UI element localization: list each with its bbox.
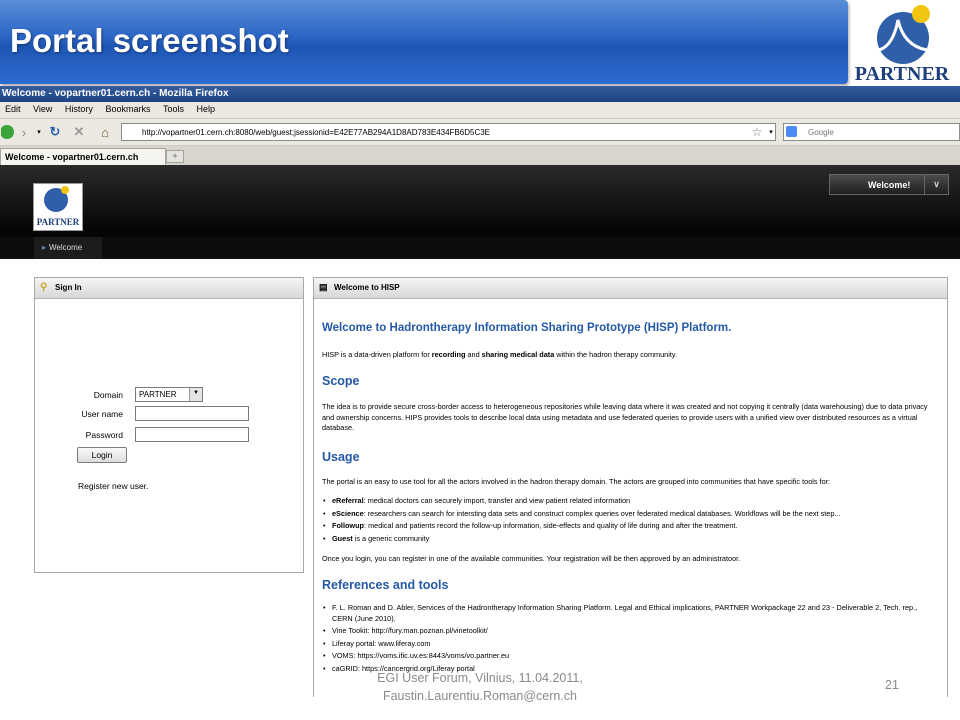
menu-bar: Edit View History Bookmarks Tools Help — [0, 102, 960, 119]
list-item: Guest is a generic community — [322, 534, 937, 545]
nav-arrow-icon: ▸ — [42, 243, 47, 252]
scope-heading: Scope — [322, 374, 360, 388]
intro-text: HISP is a data-driven platform for — [322, 350, 432, 359]
stop-icon[interactable]: ✕ — [70, 123, 88, 141]
usage-paragraph: The portal is an easy to use tool for al… — [322, 477, 831, 486]
portal-logo[interactable]: PARTNER — [33, 183, 83, 231]
domain-label: Domain — [93, 390, 123, 400]
menu-bookmarks[interactable]: Bookmarks — [100, 102, 155, 114]
list-item[interactable]: Vine Tookit: http://fury.man.poznan.pl/v… — [322, 626, 937, 637]
welcome-button-label: Welcome! — [868, 180, 911, 190]
usage-list: eReferral: medical doctors can securely … — [322, 496, 937, 546]
menu-tools[interactable]: Tools — [158, 102, 189, 114]
footer-line-2: Faustin.Laurentiu.Roman@cern.ch — [382, 689, 578, 703]
list-item: eScience: researchers can search for int… — [322, 509, 937, 520]
login-button[interactable]: Login — [77, 447, 127, 463]
title-banner: Portal screenshot — [0, 0, 848, 84]
home-icon[interactable]: ⌂ — [96, 123, 114, 141]
list-item: F. L. Roman and D. Abler, Services of th… — [322, 603, 937, 624]
url-dropdown-icon[interactable]: ▾ — [762, 123, 780, 141]
term: Followup — [332, 521, 365, 530]
nav-item-welcome[interactable]: ▸ Welcome — [34, 237, 102, 259]
intro-text-mid: and — [465, 350, 482, 359]
intro-paragraph: HISP is a data-driven platform for recor… — [322, 350, 932, 361]
footer-line-1: EGI User Forum, Vilnius, 11.04.2011, — [377, 671, 583, 685]
window-title: Welcome - vopartner01.cern.ch - Mozilla … — [0, 86, 960, 102]
chevron-down-icon[interactable]: ∨ — [924, 175, 948, 194]
portal-logo-text: PARTNER — [37, 217, 80, 227]
list-item: Followup: medical and patients record th… — [322, 521, 937, 532]
list-item[interactable]: Liferay portal: www.liferay.com — [322, 639, 937, 650]
desc: : medical doctors can securely import, t… — [363, 496, 631, 505]
intro-bold-sharing: sharing medical data — [481, 350, 555, 359]
key-icon: ⚲ — [40, 282, 48, 293]
intro-bold-recording: recording — [431, 350, 466, 359]
google-search-icon[interactable] — [786, 126, 797, 137]
signin-portlet: ⚲ Sign In — [34, 277, 304, 573]
menu-edit[interactable]: Edit — [0, 102, 26, 114]
menu-view[interactable]: View — [28, 102, 57, 114]
reload-icon[interactable]: ↻ — [46, 123, 64, 141]
new-tab-button[interactable]: + — [166, 150, 184, 163]
partner-logo-text: PARTNER — [855, 63, 950, 85]
references-heading: References and tools — [322, 578, 449, 592]
term: Guest — [332, 533, 353, 543]
list-item: eReferral: medical doctors can securely … — [322, 496, 937, 507]
password-input[interactable] — [135, 427, 249, 442]
register-link[interactable]: Register new user. — [78, 481, 148, 491]
intro-text-end: within the hadron therapy community. — [554, 350, 678, 359]
list-item[interactable]: VOMS: https://voms.ific.uv.es:8443/voms/… — [322, 651, 937, 662]
welcome-portlet-title: Welcome to HISP — [334, 283, 400, 292]
signin-portlet-header: ⚲ Sign In — [35, 278, 303, 299]
search-input[interactable]: Google — [783, 123, 960, 141]
welcome-portlet-header: ▤ Welcome to HISP — [314, 278, 947, 299]
slide-footer: EGI User Forum, Vilnius, 11.04.2011, Fau… — [340, 669, 620, 705]
welcome-heading: Welcome to Hadrontherapy Information Sha… — [322, 322, 732, 334]
user-welcome-menu[interactable]: Welcome! ∨ — [829, 174, 949, 195]
menu-help[interactable]: Help — [192, 102, 221, 114]
portal-nav-bar — [0, 237, 960, 259]
domain-select-value: PARTNER — [139, 390, 177, 399]
slide: Portal screenshot PARTNER Welcome - vopa… — [0, 0, 960, 720]
navigation-toolbar: › ▾ ↻ ✕ ⌂ http://vopartner01.cern.ch:808… — [0, 119, 960, 146]
username-label: User name — [81, 409, 123, 419]
username-input[interactable] — [135, 406, 249, 421]
dropdown-arrow-icon[interactable]: ▼ — [189, 388, 202, 401]
domain-select[interactable]: PARTNER ▼ — [135, 387, 203, 402]
slide-title: Portal screenshot — [10, 22, 289, 59]
usage-heading: Usage — [322, 450, 360, 464]
references-list: F. L. Roman and D. Abler, Services of th… — [322, 603, 937, 676]
url-input[interactable]: http://vopartner01.cern.ch:8080/web/gues… — [121, 123, 776, 141]
tab-welcome[interactable]: Welcome - vopartner01.cern.ch — [0, 148, 166, 165]
partner-logo: PARTNER — [855, 5, 950, 85]
desc: : medical and patients record the follow… — [364, 521, 738, 530]
usage-after-paragraph: Once you login, you can register in one … — [322, 554, 741, 563]
desc: is a generic community — [352, 533, 430, 543]
password-label: Password — [85, 430, 123, 440]
desc: : researchers can search for intersting … — [363, 508, 841, 518]
page-number: 21 — [885, 678, 899, 692]
term: eScience — [332, 508, 364, 518]
signin-title: Sign In — [55, 283, 82, 292]
scope-paragraph: The idea is to provide secure cross-bord… — [322, 402, 928, 432]
window-icon: ▤ — [319, 282, 328, 292]
nav-item-welcome-label: Welcome — [49, 243, 83, 252]
menu-history[interactable]: History — [60, 102, 98, 114]
term: eReferral — [332, 496, 364, 505]
tab-bar: Welcome - vopartner01.cern.ch + — [0, 146, 960, 165]
